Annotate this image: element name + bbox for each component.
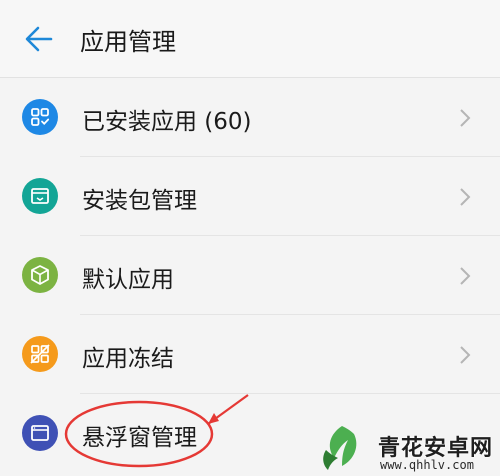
package-icon <box>22 178 58 214</box>
chevron-right-icon <box>460 267 471 285</box>
list-item-installed-apps[interactable]: 已安装应用 (60) <box>0 78 500 157</box>
chevron-right-icon <box>460 346 471 364</box>
app-bar: 应用管理 <box>0 0 500 78</box>
list-item-label: 默认应用 <box>82 267 174 293</box>
freeze-icon <box>22 336 58 372</box>
list-item-package-manager[interactable]: 安装包管理 <box>0 157 500 236</box>
window-icon <box>22 415 58 451</box>
list-item-default-apps[interactable]: 默认应用 <box>0 236 500 315</box>
watermark-url: www.qhhlv.com <box>380 458 474 472</box>
chevron-right-icon <box>460 109 471 127</box>
installed-apps-icon <box>22 99 58 135</box>
settings-list: 已安装应用 (60) 安装包管理 默认应用 应用冻结 悬浮窗管理 <box>0 78 500 473</box>
arrow-left-icon <box>25 26 53 52</box>
list-item-label: 应用冻结 <box>82 346 174 372</box>
list-item-label: 安装包管理 <box>82 188 197 214</box>
list-item-label: 悬浮窗管理 <box>82 425 197 451</box>
page-title: 应用管理 <box>80 28 176 56</box>
watermark-logo-icon <box>323 426 357 470</box>
list-item-label: 已安装应用 (60) <box>82 109 252 135</box>
chevron-right-icon <box>460 188 471 206</box>
back-button[interactable] <box>24 25 54 53</box>
cube-icon <box>22 257 58 293</box>
watermark: 青花安卓网 www.qhhlv.com <box>300 420 500 476</box>
list-item-app-freeze[interactable]: 应用冻结 <box>0 315 500 394</box>
